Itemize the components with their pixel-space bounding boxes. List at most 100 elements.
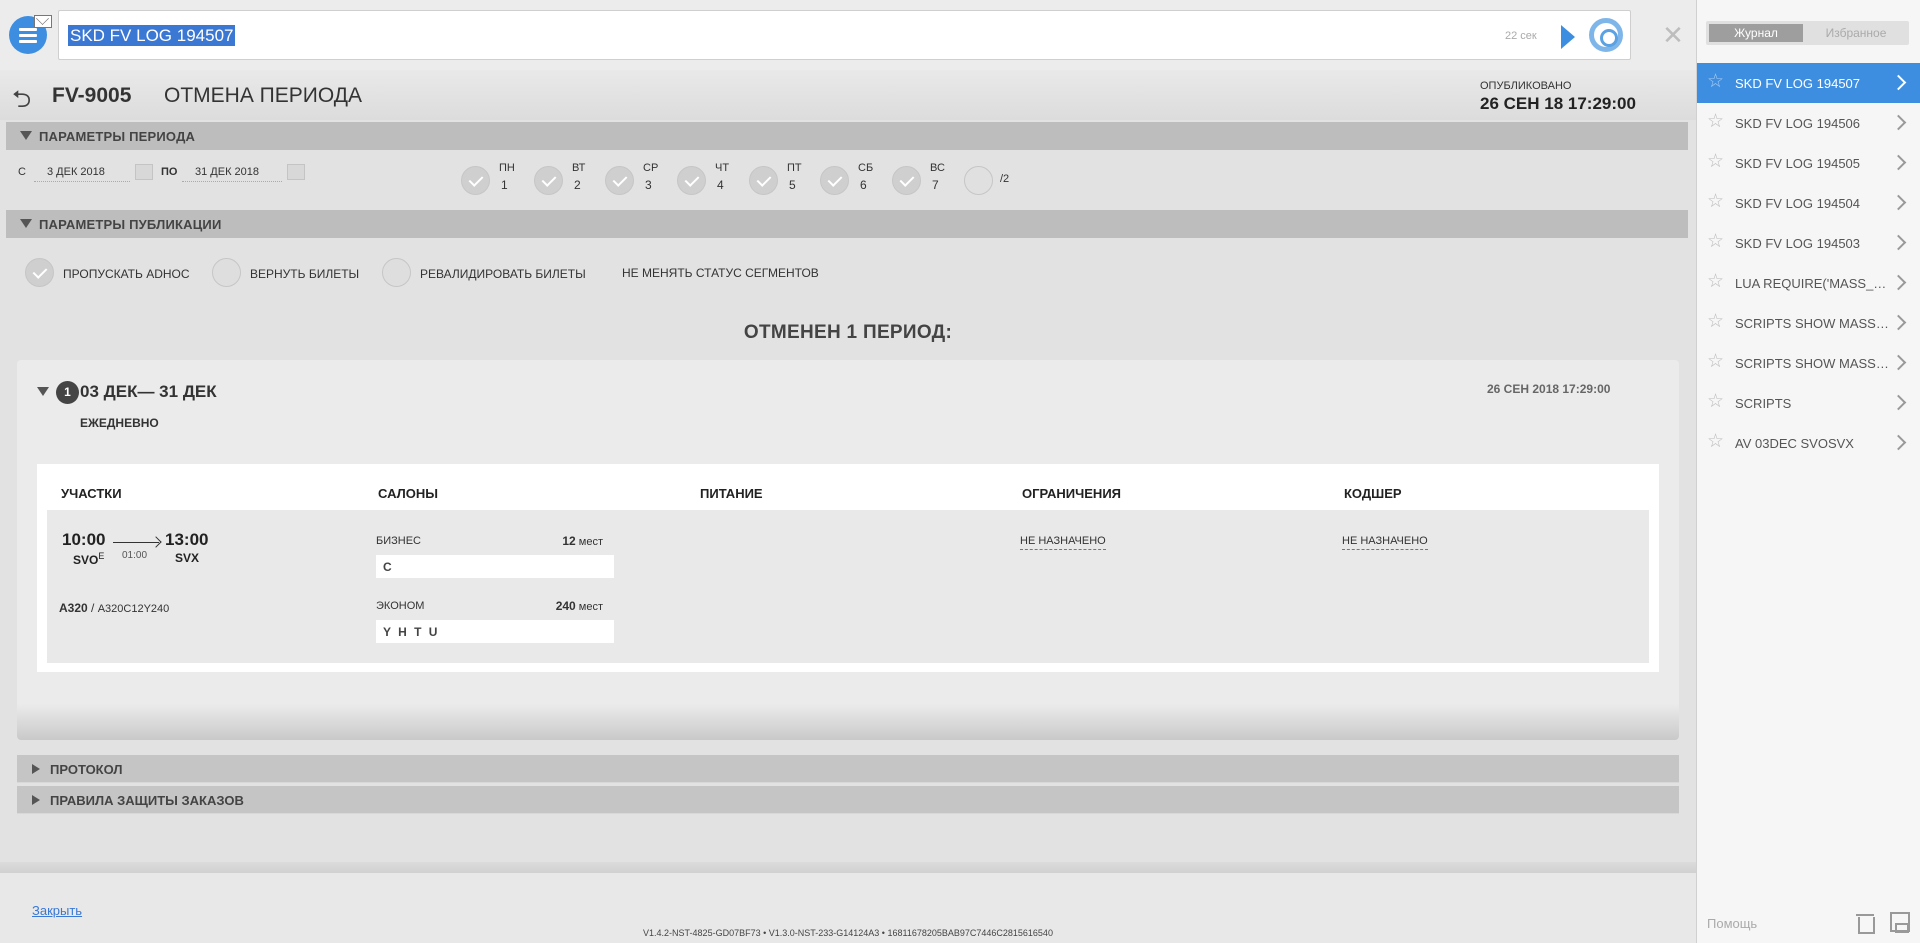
tab-favorites[interactable]: Избранное [1806, 24, 1906, 42]
page-header: ⮌ FV-9005 ОТМЕНА ПЕРИОДА ОПУБЛИКОВАНО 26… [0, 70, 1696, 120]
day-number: 2 [574, 178, 581, 192]
close-icon[interactable]: ✕ [1650, 12, 1696, 58]
column-header-codeshare: КОДШЕР [1344, 486, 1402, 501]
to-date-field[interactable]: 31 ДЕК 2018 [182, 160, 282, 182]
column-header-meals: ПИТАНИЕ [700, 486, 763, 501]
restrictions-link[interactable]: НЕ НАЗНАЧЕНО [1020, 535, 1106, 550]
list-item[interactable]: ☆ SCRIPTS SHOW MASS_FLIGHT [1697, 303, 1920, 343]
chevron-right-icon[interactable] [1890, 114, 1907, 131]
period-params-section[interactable]: ПАРАМЕТРЫ ПЕРИОДА [6, 122, 1688, 150]
cabin-seats: 12 мест [562, 534, 603, 548]
command-timer: 22 сек [1505, 30, 1537, 42]
close-link[interactable]: Закрыть [32, 903, 82, 918]
chevron-right-icon[interactable] [1890, 194, 1907, 211]
option-label: РЕВАЛИДИРОВАТЬ БИЛЕТЫ [420, 267, 586, 281]
frequency-value: /2 [1000, 173, 1010, 185]
lifebuoy-icon[interactable] [1589, 18, 1623, 52]
order-protection-section[interactable]: ПРАВИЛА ЗАЩИТЫ ЗАКАЗОВ [17, 786, 1679, 814]
list-item[interactable]: ☆ SCRIPTS SHOW MASS_FLIGHT [1697, 343, 1920, 383]
list-item[interactable]: ☆ SKD FV LOG 194507 [1697, 63, 1920, 103]
history-command: SKD FV LOG 194507 [1735, 76, 1861, 91]
checkbox[interactable] [212, 258, 241, 287]
calendar-icon[interactable] [287, 164, 305, 180]
period-number-badge: 1 [56, 381, 79, 404]
chevron-right-icon[interactable] [1890, 74, 1907, 91]
calendar-icon[interactable] [135, 164, 153, 180]
flight-duration: 01:00 [122, 550, 148, 561]
day-name: ВС [930, 162, 945, 174]
chevron-right-icon[interactable] [1890, 274, 1907, 291]
chevron-right-icon[interactable] [1890, 154, 1907, 171]
booking-classes-field[interactable]: Y H T U [376, 620, 614, 643]
list-item[interactable]: ☆ SCRIPTS [1697, 383, 1920, 423]
star-icon[interactable]: ☆ [1707, 72, 1724, 92]
list-item[interactable]: ☆ AV 03DEC SVOSVX [1697, 423, 1920, 463]
checkbox[interactable] [382, 258, 411, 287]
command-text[interactable]: SKD FV LOG 194507 [68, 25, 236, 46]
codeshare-link[interactable]: НЕ НАЗНАЧЕНО [1342, 535, 1428, 550]
list-item[interactable]: ☆ SKD FV LOG 194503 [1697, 223, 1920, 263]
publication-params-section[interactable]: ПАРАМЕТРЫ ПУБЛИКАЦИИ [6, 210, 1688, 238]
collapse-triangle-icon[interactable] [37, 387, 49, 396]
help-link[interactable]: Помощь [1707, 916, 1757, 931]
star-icon[interactable]: ☆ [1707, 312, 1724, 332]
chevron-right-icon[interactable] [1890, 354, 1907, 371]
history-command: SCRIPTS SHOW MASS_FLIGHT [1735, 356, 1889, 371]
check-icon [534, 166, 563, 195]
star-icon[interactable]: ☆ [1707, 192, 1724, 212]
list-item[interactable]: ☆ LUA REQUIRE('MASS_FLIGHT') [1697, 263, 1920, 303]
result-heading: ОТМЕНЕН 1 ПЕРИОД: [743, 322, 953, 343]
column-header-segments: УЧАСТКИ [61, 486, 122, 501]
cabin-class-name: БИЗНЕС [376, 535, 421, 547]
command-input[interactable]: SKD FV LOG 194507 22 сек [58, 10, 1631, 60]
trash-icon[interactable] [1856, 912, 1875, 934]
tab-journal[interactable]: Журнал [1709, 24, 1803, 42]
chevron-right-icon[interactable] [1890, 234, 1907, 251]
main-area: SKD FV LOG 194507 22 сек ✕ ⮌ FV-9005 ОТМ… [0, 0, 1696, 943]
history-list: ☆ SKD FV LOG 194507 ☆ SKD FV LOG 194506 ☆ S… [1697, 63, 1920, 463]
history-command: SCRIPTS [1735, 396, 1792, 411]
chevron-right-icon[interactable] [1890, 314, 1907, 331]
star-icon[interactable]: ☆ [1707, 272, 1724, 292]
checkbox[interactable] [25, 258, 54, 287]
chevron-right-icon[interactable] [1890, 394, 1907, 411]
period-frequency: ЕЖЕДНЕВНО [80, 416, 159, 430]
day-name: ЧТ [715, 162, 730, 174]
star-icon[interactable]: ☆ [1707, 112, 1724, 132]
list-item[interactable]: ☆ SKD FV LOG 194506 [1697, 103, 1920, 143]
day-name: ПТ [787, 162, 802, 174]
published-date: 26 СЕН 18 17:29:00 [1480, 94, 1636, 113]
frequency-toggle[interactable] [964, 166, 993, 195]
terminal: E [98, 551, 105, 561]
mail-icon[interactable] [34, 15, 52, 28]
history-command: SKD FV LOG 194504 [1735, 196, 1861, 211]
period-range: 03 ДЕК— 31 ДЕК [80, 382, 217, 401]
day-number: 7 [932, 178, 939, 192]
booking-classes-field[interactable]: C [376, 555, 614, 578]
expand-triangle-icon [32, 795, 40, 805]
star-icon[interactable]: ☆ [1707, 352, 1724, 372]
check-icon [605, 166, 634, 195]
history-command: SKD FV LOG 194506 [1735, 116, 1861, 131]
check-icon [820, 166, 849, 195]
version-info: V1.4.2-NST-4825-GD07BF73 • V1.3.0-NST-23… [643, 928, 1053, 938]
save-icon[interactable] [1890, 912, 1910, 933]
arrival-time: 13:00 [165, 530, 209, 549]
list-item[interactable]: ☆ SKD FV LOG 194505 [1697, 143, 1920, 183]
segments-table: УЧАСТКИ САЛОНЫ ПИТАНИЕ ОГРАНИЧЕНИЯ КОДШЕ… [37, 464, 1659, 672]
star-icon[interactable]: ☆ [1707, 232, 1724, 252]
list-item[interactable]: ☆ SKD FV LOG 194504 [1697, 183, 1920, 223]
back-icon[interactable]: ⮌ [12, 82, 31, 123]
star-icon[interactable]: ☆ [1707, 432, 1724, 452]
check-icon [461, 166, 490, 195]
flight-number: FV-9005 [52, 84, 132, 107]
from-date-field[interactable]: 3 ДЕК 2018 [34, 160, 130, 182]
protocol-section[interactable]: ПРОТОКОЛ [17, 755, 1679, 783]
star-icon[interactable]: ☆ [1707, 152, 1724, 172]
star-icon[interactable]: ☆ [1707, 392, 1724, 412]
segment-status-option[interactable]: НЕ МЕНЯТЬ СТАТУС СЕГМЕНТОВ [622, 266, 819, 280]
chevron-right-icon[interactable] [1890, 434, 1907, 451]
send-icon[interactable] [1561, 25, 1575, 49]
published-label: ОПУБЛИКОВАНО [1480, 80, 1572, 92]
footer: Закрыть V1.4.2-NST-4825-GD07BF73 • V1.3.… [0, 873, 1696, 943]
